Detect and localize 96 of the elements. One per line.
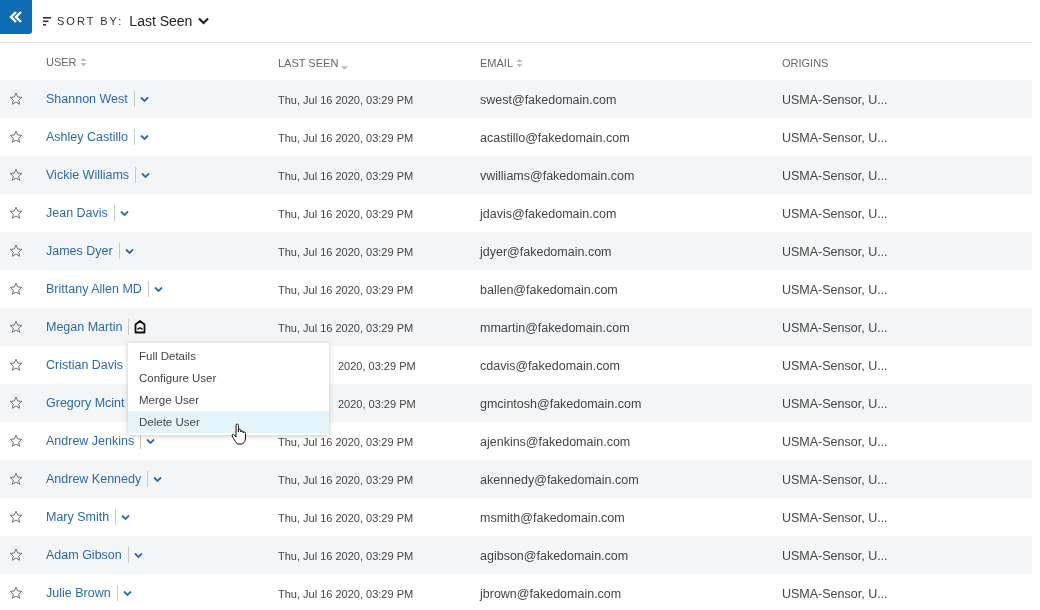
user-link[interactable]: Ashley Castillo	[46, 130, 128, 144]
user-link[interactable]: Andrew Kennedy	[46, 472, 142, 486]
user-link[interactable]: Mary Smith	[46, 510, 110, 524]
chevron-down-icon[interactable]	[139, 95, 149, 103]
origins-text: USMA-Sensor, U...	[782, 131, 888, 145]
star-icon[interactable]	[9, 434, 23, 448]
sort-icon	[43, 16, 51, 26]
last-seen-text: Thu, Jul 16 2020, 03:29 PM	[278, 208, 414, 220]
email-text: jdyer@fakedomain.com	[480, 245, 612, 259]
chevron-down-icon	[198, 17, 210, 25]
column-header[interactable]: EMAIL	[480, 56, 513, 69]
user-link[interactable]: James Dyer	[46, 244, 113, 258]
last-seen-text: Thu, Jul 16 2020, 03:29 PM	[278, 436, 414, 448]
last-seen-text: 2020, 03:29 PM	[337, 398, 416, 410]
email-text: acastillo@fakedomain.com	[480, 131, 630, 145]
last-seen-text: Thu, Jul 16 2020, 03:29 PM	[278, 246, 414, 258]
last-seen-text: Thu, Jul 16 2020, 03:29 PM	[278, 322, 414, 334]
collapse-button[interactable]	[0, 0, 32, 34]
origins-text: USMA-Sensor, U...	[782, 397, 888, 411]
user-link[interactable]: Julie Brown	[46, 586, 111, 600]
star-icon[interactable]	[9, 168, 23, 182]
last-seen-text: 2020, 03:29 PM	[337, 360, 416, 372]
user-link[interactable]: Brittany Allen MD	[46, 282, 142, 296]
origins-text: USMA-Sensor, U...	[782, 93, 888, 107]
user-link[interactable]: Megan Martin	[46, 320, 123, 334]
star-icon[interactable]	[9, 548, 23, 562]
menu-item[interactable]: Full Details	[128, 345, 329, 367]
chevron-down-icon[interactable]	[122, 589, 132, 597]
email-text: akennedy@fakedomain.com	[480, 473, 639, 487]
user-link[interactable]: Vickie Williams	[46, 168, 130, 182]
menu-item[interactable]: Merge User	[128, 389, 329, 411]
double-chevron-icon	[9, 11, 23, 23]
origins-text: USMA-Sensor, U...	[782, 283, 888, 297]
star-icon[interactable]	[9, 586, 23, 600]
user-link[interactable]: Shannon West	[46, 92, 128, 106]
chevron-down-icon[interactable]	[146, 437, 156, 445]
origins-text: USMA-Sensor, U...	[782, 587, 888, 601]
star-icon[interactable]	[9, 510, 23, 524]
origins-text: USMA-Sensor, U...	[782, 511, 888, 525]
star-icon[interactable]	[9, 282, 23, 296]
sort-dropdown[interactable]: Last Seen	[129, 13, 210, 29]
email-text: ajenkins@fakedomain.com	[480, 435, 631, 449]
email-text: vwilliams@fakedomain.com	[480, 169, 635, 183]
email-text: cdavis@fakedomain.com	[480, 359, 620, 373]
star-icon[interactable]	[9, 358, 23, 372]
star-icon[interactable]	[9, 320, 23, 334]
user-link[interactable]: Adam Gibson	[46, 548, 122, 562]
column-header[interactable]: ORIGINS	[782, 56, 829, 69]
sort-label: SORT BY:	[57, 15, 124, 27]
chevron-down-icon[interactable]	[119, 209, 129, 217]
origins-text: USMA-Sensor, U...	[782, 207, 888, 221]
user-link[interactable]: Cristian Davis	[46, 358, 124, 372]
user-menu-icon[interactable]	[134, 320, 147, 334]
email-text: mmartin@fakedomain.com	[480, 321, 630, 335]
origins-text: USMA-Sensor, U...	[782, 359, 888, 373]
origins-text: USMA-Sensor, U...	[782, 435, 888, 449]
star-icon[interactable]	[9, 244, 23, 258]
email-text: jbrown@fakedomain.com	[480, 587, 622, 601]
last-seen-text: Thu, Jul 16 2020, 03:29 PM	[278, 474, 414, 486]
user-link[interactable]: Andrew Jenkins	[46, 434, 135, 448]
last-seen-text: Thu, Jul 16 2020, 03:29 PM	[278, 94, 414, 106]
star-icon[interactable]	[9, 206, 23, 220]
email-text: gmcintosh@fakedomain.com	[480, 397, 642, 411]
last-seen-text: Thu, Jul 16 2020, 03:29 PM	[278, 588, 414, 600]
email-text: ballen@fakedomain.com	[480, 283, 618, 297]
origins-text: USMA-Sensor, U...	[782, 549, 888, 563]
star-icon[interactable]	[9, 472, 23, 486]
email-text: agibson@fakedomain.com	[480, 549, 629, 563]
last-seen-text: Thu, Jul 16 2020, 03:29 PM	[278, 170, 414, 182]
chevron-down-icon[interactable]	[141, 171, 151, 179]
user-link[interactable]: Gregory Mcint	[46, 396, 125, 410]
last-seen-text: Thu, Jul 16 2020, 03:29 PM	[278, 284, 414, 296]
star-icon[interactable]	[9, 92, 23, 106]
email-text: jdavis@fakedomain.com	[480, 207, 617, 221]
chevron-down-icon[interactable]	[153, 475, 163, 483]
chevron-down-icon[interactable]	[140, 133, 149, 141]
chevron-down-icon[interactable]	[124, 247, 134, 255]
origins-text: USMA-Sensor, U...	[782, 473, 888, 487]
menu-item[interactable]: Delete User	[128, 411, 329, 433]
last-seen-text: Thu, Jul 16 2020, 03:29 PM	[278, 132, 414, 144]
menu-item[interactable]: Configure User	[128, 367, 329, 389]
origins-text: USMA-Sensor, U...	[782, 245, 888, 259]
origins-text: USMA-Sensor, U...	[782, 321, 888, 335]
email-text: msmith@fakedomain.com	[480, 511, 625, 525]
chevron-down-icon[interactable]	[153, 285, 163, 293]
origins-text: USMA-Sensor, U...	[782, 169, 888, 183]
chevron-down-icon[interactable]	[121, 513, 131, 521]
star-icon[interactable]	[9, 130, 23, 144]
column-header[interactable]: LAST SEEN	[278, 56, 339, 69]
last-seen-text: Thu, Jul 16 2020, 03:29 PM	[278, 512, 414, 524]
column-header[interactable]: USER	[46, 55, 77, 68]
email-text: swest@fakedomain.com	[480, 93, 617, 107]
user-link[interactable]: Jean Davis	[46, 206, 108, 220]
last-seen-text: Thu, Jul 16 2020, 03:29 PM	[278, 550, 414, 562]
star-icon[interactable]	[9, 396, 23, 410]
chevron-down-icon[interactable]	[133, 551, 143, 559]
